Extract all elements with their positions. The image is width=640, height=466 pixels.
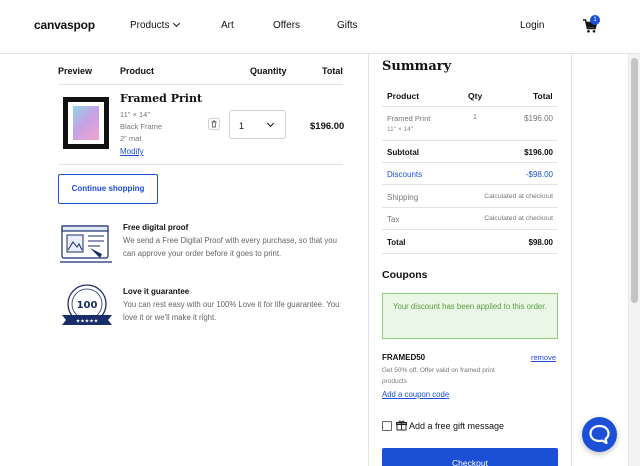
total-label: Total	[387, 238, 406, 247]
summary-item-qty: 1	[473, 114, 477, 121]
column-product: Product	[120, 66, 155, 76]
nav-art[interactable]: Art	[221, 20, 234, 31]
divider	[382, 162, 558, 163]
chat-bubble-icon	[589, 424, 610, 445]
nav-products-label: Products	[130, 20, 170, 31]
nav-offers[interactable]: Offers	[273, 20, 300, 31]
feature-title: Love it guarantee	[123, 287, 190, 296]
coupon-success-message: Your discount has been applied to this o…	[382, 293, 558, 339]
coupons-title: Coupons	[382, 269, 428, 281]
gift-message-label: Add a free gift message	[409, 421, 505, 431]
scrollbar-thumb[interactable]	[631, 58, 638, 303]
coupon-description: Get 50% off. Offer valid on framed print…	[382, 367, 495, 385]
add-coupon-link[interactable]: Add a coupon code	[382, 390, 449, 399]
divider	[382, 229, 558, 230]
nav-gifts[interactable]: Gifts	[337, 20, 358, 31]
column-preview: Preview	[58, 66, 93, 76]
checkout-button[interactable]: Checkout	[382, 448, 558, 466]
gift-message-checkbox[interactable]	[382, 421, 392, 431]
modify-link[interactable]: Modify	[120, 147, 144, 156]
tax-value: Calculated at checkout	[484, 215, 553, 222]
digital-proof-icon	[60, 225, 112, 263]
divider	[382, 106, 558, 107]
chat-button[interactable]	[582, 417, 617, 452]
summary-item-name: Framed Print	[387, 114, 431, 123]
divider	[382, 207, 558, 208]
divider	[382, 184, 558, 185]
summary-title: Summary	[382, 59, 452, 74]
summary-item-total: $196.00	[524, 114, 553, 123]
site-header: canvaspop Products Art Offers Gifts Logi…	[0, 0, 640, 54]
trash-icon[interactable]	[208, 118, 220, 130]
chevron-down-icon	[173, 19, 181, 28]
product-size: 11" × 14"	[120, 110, 150, 119]
discounts-value: -$98.00	[525, 170, 553, 179]
login-link[interactable]: Login	[520, 20, 544, 31]
logo[interactable]: canvaspop	[34, 18, 95, 32]
divider	[382, 140, 558, 141]
summary-item-size: 11" × 14"	[387, 126, 413, 133]
line-total: $196.00	[310, 121, 345, 132]
divider	[58, 164, 343, 165]
guarantee-badge-icon: 100 ★★★★★	[62, 284, 112, 325]
product-preview-thumbnail	[63, 97, 109, 149]
remove-coupon-link[interactable]: remove	[531, 353, 556, 362]
divider	[58, 84, 343, 85]
column-total: Total	[322, 66, 343, 76]
svg-text:100: 100	[77, 300, 98, 311]
gift-icon	[396, 420, 407, 431]
feature-title: Free digital proof	[123, 223, 189, 232]
cart-count-badge: 1	[590, 15, 600, 25]
subtotal-label: Subtotal	[387, 148, 419, 157]
quantity-value: 1	[239, 121, 245, 131]
shipping-value: Calculated at checkout	[484, 193, 553, 200]
discounts-label: Discounts	[387, 170, 423, 179]
feature-text: You can rest easy with our 100% Love it …	[123, 300, 340, 322]
page-scrollbar[interactable]	[628, 54, 640, 466]
chevron-down-icon	[266, 119, 275, 128]
product-mat: 2" mat	[120, 134, 142, 143]
product-name: Framed Print	[120, 92, 203, 105]
column-quantity: Quantity	[250, 66, 287, 76]
tax-label: Tax	[387, 215, 400, 224]
svg-text:★★★★★: ★★★★★	[76, 319, 99, 325]
divider	[382, 253, 558, 254]
total-value: $98.00	[528, 238, 553, 247]
shipping-label: Shipping	[387, 193, 419, 202]
nav-products[interactable]: Products	[130, 19, 181, 31]
feature-text: We send a Free Digital Proof with every …	[123, 236, 337, 258]
summary-column-total: Total	[533, 91, 553, 101]
summary-column-qty: Qty	[468, 91, 483, 101]
continue-shopping-button[interactable]: Continue shopping	[58, 174, 158, 204]
summary-column-product: Product	[387, 91, 420, 101]
coupon-code: FRAMED50	[382, 353, 426, 362]
quantity-select[interactable]: 1	[229, 110, 286, 139]
product-frame: Black Frame	[120, 122, 163, 131]
subtotal-value: $196.00	[524, 148, 553, 157]
